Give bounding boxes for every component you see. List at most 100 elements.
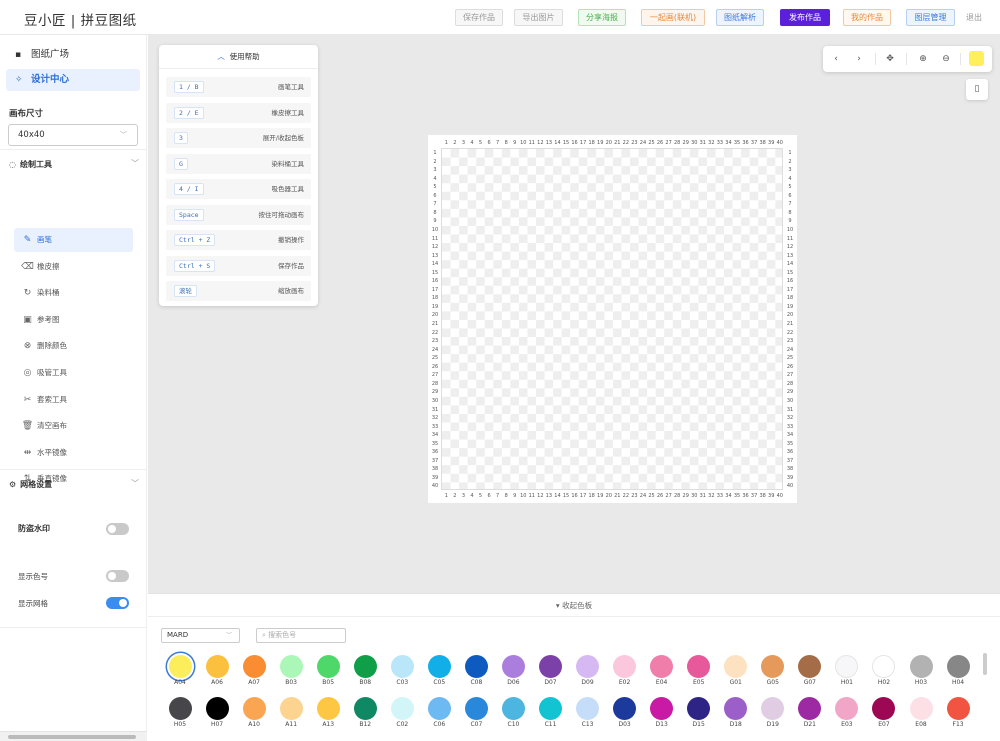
collapse-palette-button[interactable]: ▾ 收起色板 — [148, 594, 1000, 617]
color-swatch[interactable]: E05 — [679, 655, 719, 687]
color-swatch[interactable]: H03 — [901, 655, 941, 687]
chevron-right-icon[interactable]: › — [852, 46, 866, 72]
color-code: D15 — [692, 721, 705, 728]
tool-image[interactable]: ▣ 参考图 — [14, 308, 133, 332]
color-swatch[interactable]: D07 — [531, 655, 571, 687]
color-swatch[interactable]: D15 — [679, 697, 719, 729]
color-swatch[interactable]: B05 — [308, 655, 348, 687]
color-swatch[interactable]: H01 — [827, 655, 867, 687]
header-button-5[interactable]: 发布作品 — [780, 9, 830, 26]
color-swatch[interactable]: C07 — [456, 697, 496, 729]
zoom-out-icon[interactable]: ⊖ — [939, 46, 953, 72]
palette-scrollbar[interactable] — [983, 653, 987, 675]
color-swatch[interactable]: C05 — [419, 655, 459, 687]
color-swatch[interactable]: C02 — [382, 697, 422, 729]
color-swatch[interactable]: D21 — [790, 697, 830, 729]
grid-settings-label: ⚙ 网格设置 — [9, 479, 52, 490]
color-swatch[interactable]: C03 — [382, 655, 422, 687]
tool-delete-color[interactable]: ⊗ 删除颜色 — [14, 334, 133, 358]
zoom-in-icon[interactable]: ⊕ — [916, 46, 930, 72]
color-swatch[interactable]: H07 — [197, 697, 237, 729]
nav-gallery[interactable]: ▪ 图纸广场 — [6, 44, 140, 66]
header-button-6[interactable]: 我的作品 — [843, 9, 891, 26]
color-swatch[interactable]: D13 — [642, 697, 682, 729]
tool-eraser[interactable]: ⌫ 橡皮擦 — [14, 255, 133, 279]
color-swatch[interactable]: A07 — [234, 655, 274, 687]
color-code: E03 — [841, 721, 853, 728]
color-swatch[interactable]: D03 — [605, 697, 645, 729]
shortcut-row: Ctrl + Z 撤销操作 — [166, 230, 311, 250]
draw-tools-group[interactable]: ◌ 绘制工具 ﹀ — [0, 149, 146, 179]
row-number-right: 14 — [786, 261, 794, 268]
color-swatch[interactable]: A06 — [197, 655, 237, 687]
tool-trash[interactable]: 🗑 清空画布 — [14, 414, 133, 438]
row-number-left: 40 — [431, 483, 439, 490]
color-swatch[interactable]: B03 — [271, 655, 311, 687]
row-number-left: 24 — [431, 346, 439, 353]
color-swatch[interactable]: D06 — [493, 655, 533, 687]
color-swatch[interactable]: B08 — [345, 655, 385, 687]
canvas-size-select[interactable]: 40x40 ﹀ — [8, 124, 138, 146]
color-swatch[interactable]: H04 — [938, 655, 978, 687]
chevron-left-icon[interactable]: ‹ — [829, 46, 843, 72]
tool-brush[interactable]: ✎ 画笔 — [14, 228, 133, 252]
color-swatch[interactable]: E04 — [642, 655, 682, 687]
color-swatch[interactable]: F13 — [938, 697, 978, 729]
color-swatch[interactable]: D19 — [753, 697, 793, 729]
color-swatch[interactable]: D18 — [716, 697, 756, 729]
help-header[interactable]: ︿ 使用帮助 — [159, 45, 318, 69]
header-button-7[interactable]: 图层管理 — [906, 9, 955, 26]
color-swatch[interactable]: B12 — [345, 697, 385, 729]
color-swatch[interactable]: G05 — [753, 655, 793, 687]
color-swatch[interactable]: C08 — [456, 655, 496, 687]
sidebar: ▪ 图纸广场 ✧ 设计中心 画布尺寸 40x40 ﹀ ◌ 绘制工具 ﹀ ✎ 画笔 ⌫ 橡皮擦… — [0, 35, 147, 741]
tool-label: 画笔 — [37, 235, 52, 244]
color-swatch[interactable]: E02 — [605, 655, 645, 687]
color-swatch[interactable]: E03 — [827, 697, 867, 729]
color-swatch[interactable]: H02 — [864, 655, 904, 687]
color-swatch[interactable]: A11 — [271, 697, 311, 729]
color-swatch[interactable]: D09 — [568, 655, 608, 687]
color-swatch[interactable]: A13 — [308, 697, 348, 729]
color-swatch[interactable]: C10 — [493, 697, 533, 729]
header-button-0[interactable]: 保存作品 — [455, 9, 503, 26]
header-button-3[interactable]: 一起画(联机) — [641, 9, 705, 26]
mobile-preview-icon[interactable]: ▯ — [966, 79, 988, 100]
tool-flip-horizontal[interactable]: ⇹ 水平镜像 — [14, 441, 133, 465]
header-button-1[interactable]: 导出图片 — [514, 9, 563, 26]
row-number-left: 28 — [431, 380, 439, 387]
watermark-toggle[interactable] — [106, 523, 129, 535]
show-color-code-toggle[interactable] — [106, 570, 129, 582]
tool-eyedropper[interactable]: ◎ 吸管工具 — [14, 361, 133, 385]
color-swatch[interactable]: G01 — [716, 655, 756, 687]
color-swatch[interactable]: A10 — [234, 697, 274, 729]
row-number-left: 32 — [431, 415, 439, 422]
header-button-2[interactable]: 分享海报 — [578, 9, 626, 26]
show-color-code-label: 显示色号 — [18, 572, 48, 581]
tool-lasso[interactable]: ✂ 套索工具 — [14, 388, 133, 412]
shortcut-row: Space 按住可拖动画布 — [166, 204, 311, 225]
color-search-input[interactable]: ⌕ 搜索色号 — [256, 628, 346, 643]
color-swatch[interactable]: E08 — [901, 697, 941, 729]
color-swatch[interactable]: C11 — [531, 697, 571, 729]
current-color-swatch[interactable] — [969, 51, 984, 66]
color-swatch[interactable]: A04 — [160, 655, 200, 687]
row-number-left: 33 — [431, 423, 439, 430]
bottom-scrollbar[interactable] — [0, 731, 147, 741]
color-swatch[interactable]: C13 — [568, 697, 608, 729]
color-swatch[interactable]: G07 — [790, 655, 830, 687]
bead-grid[interactable] — [441, 148, 783, 490]
color-dot — [539, 697, 562, 720]
color-swatch[interactable]: H05 — [160, 697, 200, 729]
tool-bucket[interactable]: ↻ 染料桶 — [14, 281, 133, 305]
grid-settings-group[interactable]: ⚙ 网格设置 ﹀ — [0, 469, 146, 499]
color-swatch[interactable]: E07 — [864, 697, 904, 729]
nav-design-center[interactable]: ✧ 设计中心 — [6, 69, 140, 91]
palette-brand-value: MARD — [167, 631, 189, 639]
move-icon[interactable]: ✥ — [883, 46, 897, 72]
palette-brand-select[interactable]: MARD ﹀ — [161, 628, 240, 643]
color-swatch[interactable]: C06 — [419, 697, 459, 729]
header-button-4[interactable]: 图纸解析 — [716, 9, 764, 26]
show-grid-toggle[interactable] — [106, 597, 129, 609]
exit-link[interactable]: 退出 — [966, 12, 982, 23]
